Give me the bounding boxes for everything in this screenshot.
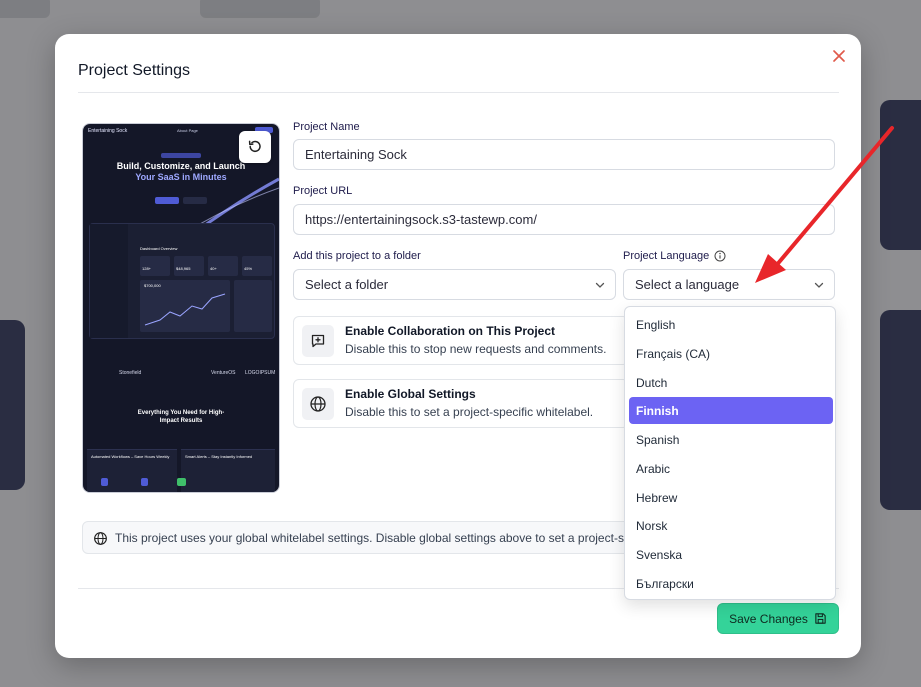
global-settings-setting[interactable]: Enable Global Settings Disable this to s… [293,379,629,428]
modal-title: Project Settings [78,62,191,79]
divider [78,92,839,93]
background-element [0,0,50,18]
preview-logo: Stonefield [119,370,142,376]
collaboration-title: Enable Collaboration on This Project [345,324,556,338]
language-option[interactable]: English [629,311,833,338]
language-label: Project Language [623,250,726,262]
preview-footer-icon [141,478,148,486]
refresh-icon [248,140,261,153]
language-option-selected[interactable]: Finnish [629,397,833,424]
language-select[interactable]: Select a language [623,269,835,300]
background-element [200,0,320,18]
preview-dashboard-title: Dashboard Overview [140,246,178,251]
background-element [0,320,25,490]
project-name-label: Project Name [293,121,360,133]
global-settings-description: Disable this to set a project-specific w… [345,405,594,419]
preview-stat-value: 45% [244,266,253,271]
preview-site-name: Entertaining Sock [88,128,128,134]
info-icon[interactable] [714,250,726,262]
global-settings-title: Enable Global Settings [345,387,476,401]
chevron-down-icon [814,282,824,288]
preview-feature-line-2: Impact Results [159,418,203,424]
preview-dashboard: Dashboard Overview 128+ $48,965 40+ 45% … [89,223,275,339]
save-changes-button[interactable]: Save Changes [717,603,839,634]
preview-footer-card: Automated Workflows – Save Hours Weekly [87,449,177,492]
preview-badge [161,153,201,158]
preview-feature-line-1: Everything You Need for High- [137,410,225,416]
preview-logo: VentureOS [211,370,236,376]
background-element [880,310,921,510]
collaboration-description: Disable this to stop new requests and co… [345,342,607,356]
preview-stat-value: 40+ [210,266,217,271]
folder-select-placeholder: Select a folder [305,277,389,292]
preview-footer-icon [101,478,108,486]
preview-dashboard-sidebar [90,224,128,338]
preview-footer-icon [177,478,186,486]
language-label-text: Project Language [623,250,710,262]
language-option[interactable]: Arabic [629,455,833,482]
project-url-label: Project URL [293,185,353,197]
site-preview: Entertaining Sock About Page Build, Cust… [82,123,280,493]
preview-footer-card-title: Smart Alerts – Stay Instantly Informed [185,454,253,459]
preview-logo: LOGOIPSUM [245,370,276,376]
language-option[interactable]: Hebrew [629,484,833,511]
whitelabel-info-text: This project uses your global whitelabel… [115,531,641,545]
preview-chart-line [144,293,226,326]
preview-footer-card: Smart Alerts – Stay Instantly Informed [177,449,275,492]
language-option[interactable]: Svenska [629,541,833,568]
language-option[interactable]: Spanish [629,426,833,453]
save-changes-label: Save Changes [729,611,808,626]
project-name-input[interactable]: Entertaining Sock [293,139,835,170]
language-option[interactable]: Norsk [629,512,833,539]
refresh-preview-button[interactable] [239,131,271,163]
globe-icon [94,532,107,545]
folder-label: Add this project to a folder [293,250,421,262]
floppy-disk-icon [815,613,826,624]
language-select-placeholder: Select a language [635,277,740,292]
close-icon[interactable] [831,48,847,64]
comment-plus-icon [302,325,334,357]
preview-footer-card-title: Automated Workflows – Save Hours Weekly [91,454,170,459]
background-element [880,100,921,250]
preview-stat-value: 128+ [142,266,152,271]
language-option[interactable]: Dutch [629,369,833,396]
preview-stat-value: $48,965 [176,266,191,271]
language-option[interactable]: Français (CA) [629,340,833,367]
collaboration-setting[interactable]: Enable Collaboration on This Project Dis… [293,316,629,365]
chevron-down-icon [595,282,605,288]
project-url-input[interactable]: https://entertainingsock.s3-tastewp.com/ [293,204,835,235]
globe-icon [302,388,334,420]
preview-side-panel [234,280,272,332]
folder-select[interactable]: Select a folder [293,269,616,300]
project-name-value: Entertaining Sock [305,147,407,162]
language-dropdown: English Français (CA) Dutch Finnish Span… [624,306,836,600]
whitelabel-info-bar: This project uses your global whitelabel… [82,521,642,554]
language-option[interactable]: Български [629,570,833,597]
project-url-value: https://entertainingsock.s3-tastewp.com/ [305,212,537,227]
preview-nav-link: About Page [177,128,198,133]
